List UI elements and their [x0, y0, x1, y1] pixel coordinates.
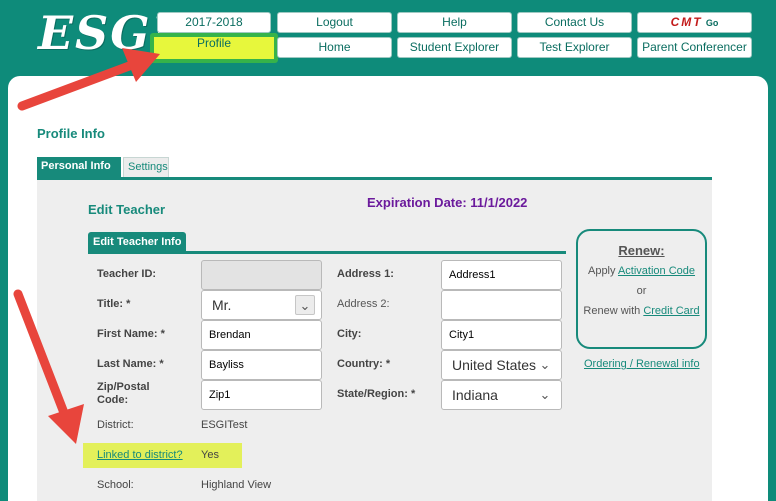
arrow-to-linked [13, 289, 84, 444]
arrow-to-profile [17, 48, 160, 111]
annotation-arrows [13, 48, 160, 444]
